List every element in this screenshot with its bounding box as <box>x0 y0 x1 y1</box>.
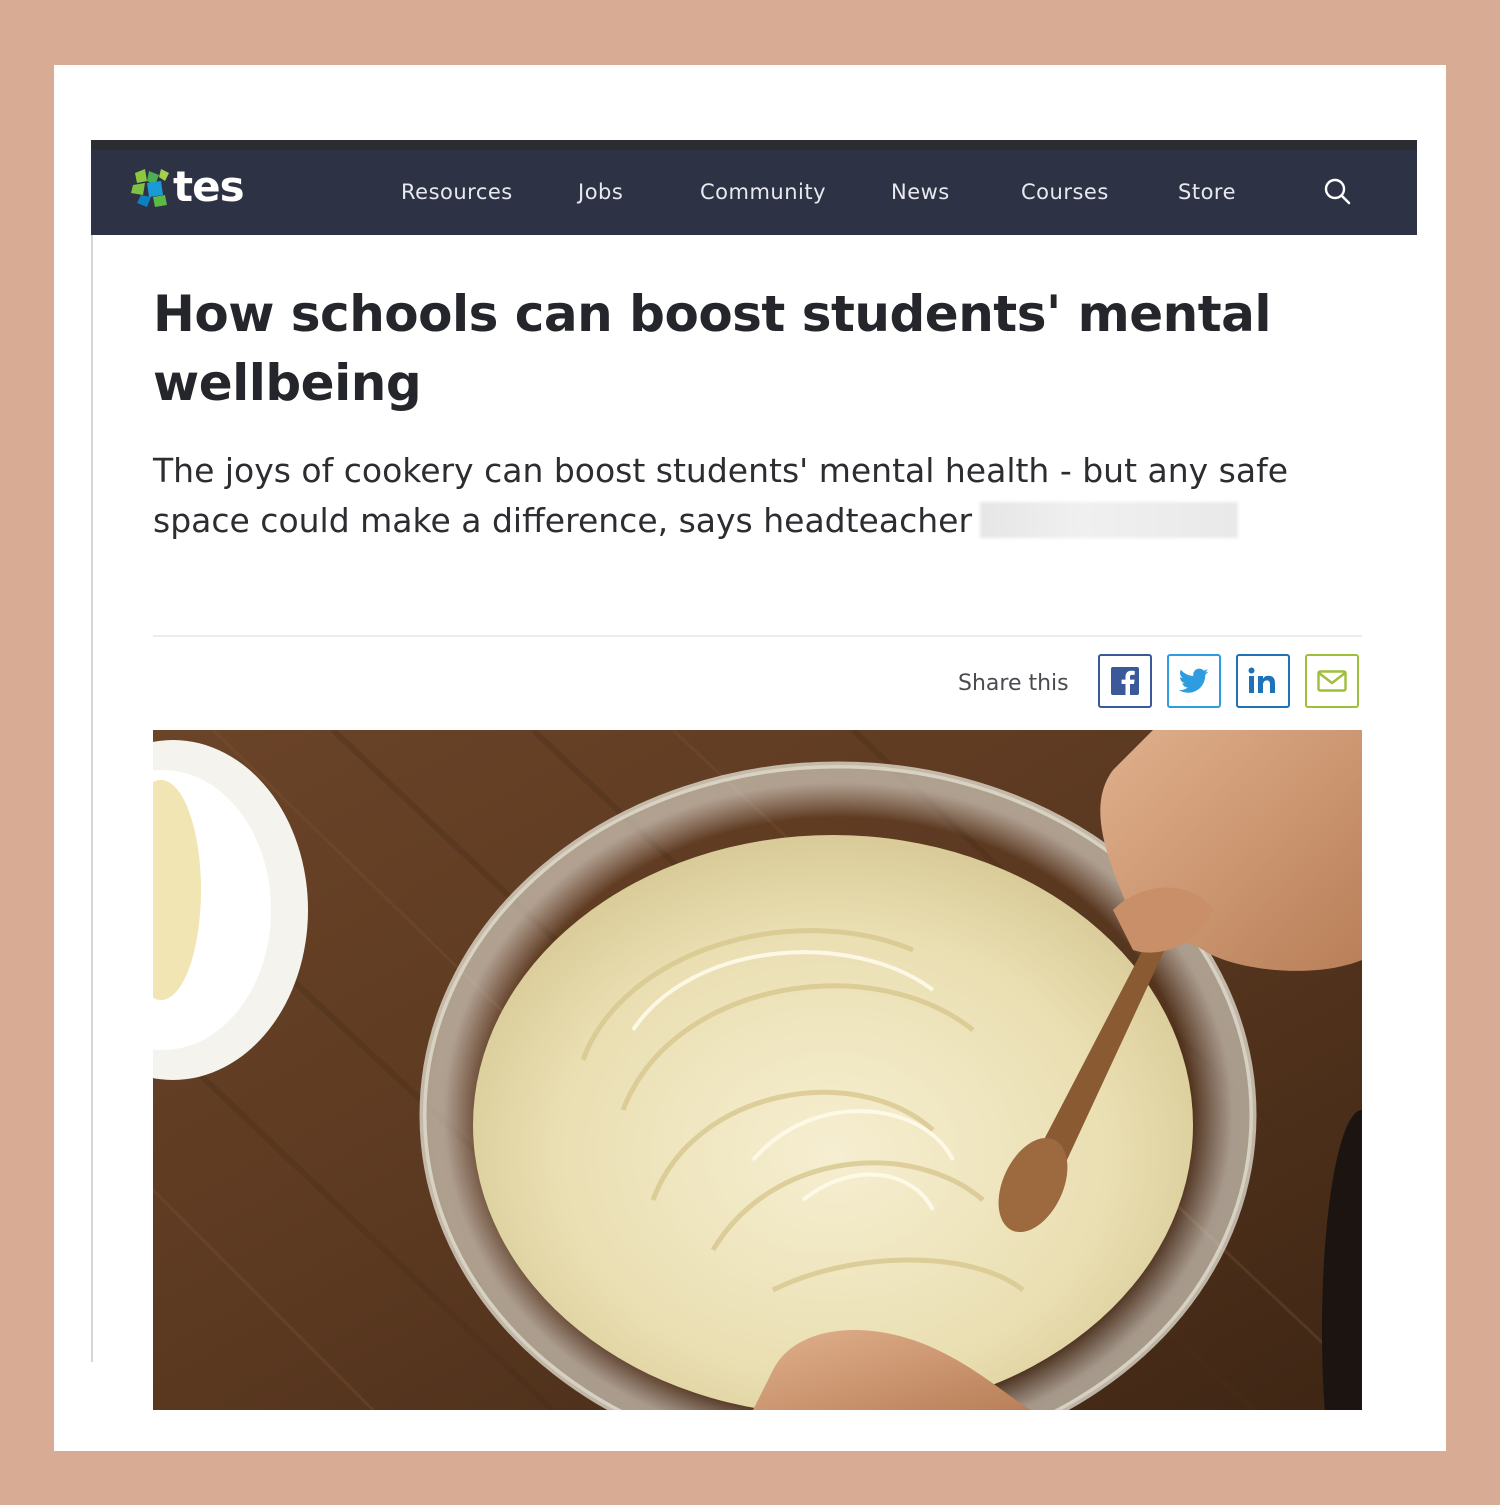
header-divider <box>153 635 1362 637</box>
share-linkedin-button[interactable] <box>1236 654 1290 708</box>
facebook-icon <box>1111 667 1139 695</box>
tes-logo[interactable]: tes <box>131 162 245 211</box>
search-icon[interactable] <box>1322 176 1352 206</box>
browser-top-edge <box>91 140 1417 150</box>
tes-logo-icon <box>131 169 169 207</box>
redacted-name <box>980 502 1239 538</box>
browser-window: tes Resources Jobs Community News Course… <box>91 140 1417 1410</box>
mixing-bowl-photo <box>153 730 1362 1410</box>
email-icon <box>1317 670 1347 692</box>
share-label: Share this <box>958 671 1069 696</box>
tes-logo-text: tes <box>173 162 245 211</box>
nav-store[interactable]: Store <box>1178 180 1236 204</box>
nav-news[interactable]: News <box>891 180 950 204</box>
article-title: How schools can boost students' mental w… <box>153 285 1272 412</box>
article-hero-image <box>153 730 1362 1410</box>
twitter-icon <box>1179 668 1209 693</box>
share-facebook-button[interactable] <box>1098 654 1152 708</box>
linkedin-icon <box>1248 667 1275 693</box>
nav-courses[interactable]: Courses <box>1021 180 1109 204</box>
site-navbar: tes Resources Jobs Community News Course… <box>91 150 1417 235</box>
content-left-border <box>91 235 93 1362</box>
article-standfirst: The joys of cookery can boost students' … <box>153 446 1373 546</box>
nav-jobs[interactable]: Jobs <box>578 180 623 204</box>
share-email-button[interactable] <box>1305 654 1359 708</box>
nav-resources[interactable]: Resources <box>401 180 513 204</box>
share-twitter-button[interactable] <box>1167 654 1221 708</box>
nav-community[interactable]: Community <box>700 180 826 204</box>
screenshot-card: tes Resources Jobs Community News Course… <box>54 65 1446 1451</box>
